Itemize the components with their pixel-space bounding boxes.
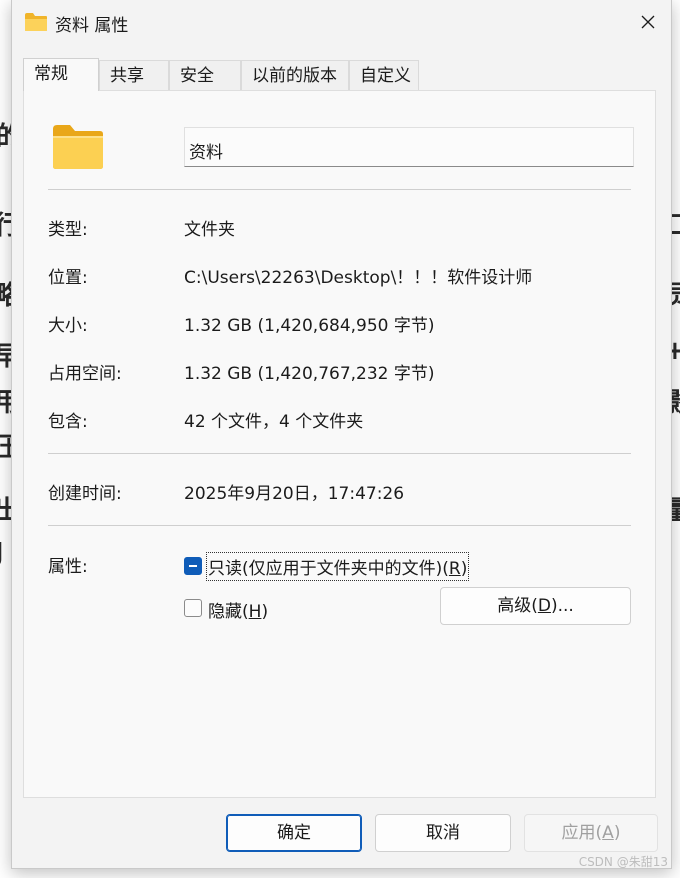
background-char: J	[0, 538, 4, 568]
advanced-accesskey: D	[537, 596, 551, 616]
tab-security[interactable]: 安全	[169, 60, 241, 90]
advanced-text: 高级(	[497, 596, 538, 616]
size-on-disk-value: 1.32 GB (1,420,767,232 字节)	[184, 364, 435, 384]
window-title: 资料 属性	[55, 16, 129, 36]
close-button[interactable]	[625, 0, 671, 44]
size-value: 1.32 GB (1,420,684,950 字节)	[184, 316, 435, 336]
tab-previous-versions[interactable]: 以前的版本	[241, 60, 349, 90]
type-label: 类型:	[48, 220, 88, 240]
divider	[48, 189, 631, 190]
divider	[48, 525, 631, 526]
close-icon	[641, 15, 655, 29]
general-panel: 类型: 文件夹 位置: C:\Users\22263\Desktop\！！！软件…	[23, 90, 656, 798]
tab-sharing[interactable]: 共享	[99, 60, 169, 90]
folder-icon	[25, 13, 47, 31]
hidden-label[interactable]: 隐藏(H)	[208, 597, 268, 622]
divider	[48, 453, 631, 454]
watermark: CSDN @朱甜13	[578, 855, 668, 869]
type-value: 文件夹	[184, 220, 235, 240]
hidden-text-end: )	[261, 602, 269, 622]
folder-name-input[interactable]	[184, 127, 634, 167]
attributes-label: 属性:	[48, 557, 88, 577]
size-label: 大小:	[48, 316, 88, 336]
created-value: 2025年9月20日，17:47:26	[184, 484, 405, 504]
hidden-checkbox[interactable]	[184, 599, 202, 617]
contains-value: 42 个文件，4 个文件夹	[184, 412, 364, 432]
folder-icon	[53, 125, 103, 169]
readonly-accesskey: R	[448, 559, 461, 579]
tab-general[interactable]: 常规	[23, 58, 99, 91]
apply-text-end: )	[613, 823, 621, 843]
title-bar[interactable]: 资料 属性	[12, 0, 671, 44]
readonly-checkbox[interactable]	[184, 557, 202, 575]
advanced-text-end: )...	[550, 596, 574, 616]
contains-label: 包含:	[48, 412, 88, 432]
created-label: 创建时间:	[48, 484, 122, 504]
hidden-text: 隐藏(	[208, 602, 249, 622]
cancel-button[interactable]: 取消	[375, 814, 511, 852]
readonly-text: 只读(仅应用于文件夹中的文件)(	[208, 559, 449, 579]
location-label: 位置:	[48, 268, 88, 288]
readonly-text-end: )	[460, 559, 468, 579]
readonly-label[interactable]: 只读(仅应用于文件夹中的文件)(R)	[205, 552, 470, 581]
apply-accesskey: A	[602, 823, 614, 843]
apply-text: 应用(	[561, 823, 603, 843]
properties-dialog: 资料 属性 常规 共享 安全 以前的版本 自定义 类型: 文件夹 位置: C:\…	[11, 0, 672, 869]
location-value: C:\Users\22263\Desktop\！！！软件设计师	[184, 268, 533, 288]
hidden-accesskey: H	[248, 602, 262, 622]
size-on-disk-label: 占用空间:	[48, 364, 122, 384]
ok-button[interactable]: 确定	[226, 814, 362, 852]
apply-button[interactable]: 应用(A)	[524, 814, 658, 852]
advanced-button[interactable]: 高级(D)...	[440, 587, 631, 625]
tab-customize[interactable]: 自定义	[349, 60, 419, 90]
